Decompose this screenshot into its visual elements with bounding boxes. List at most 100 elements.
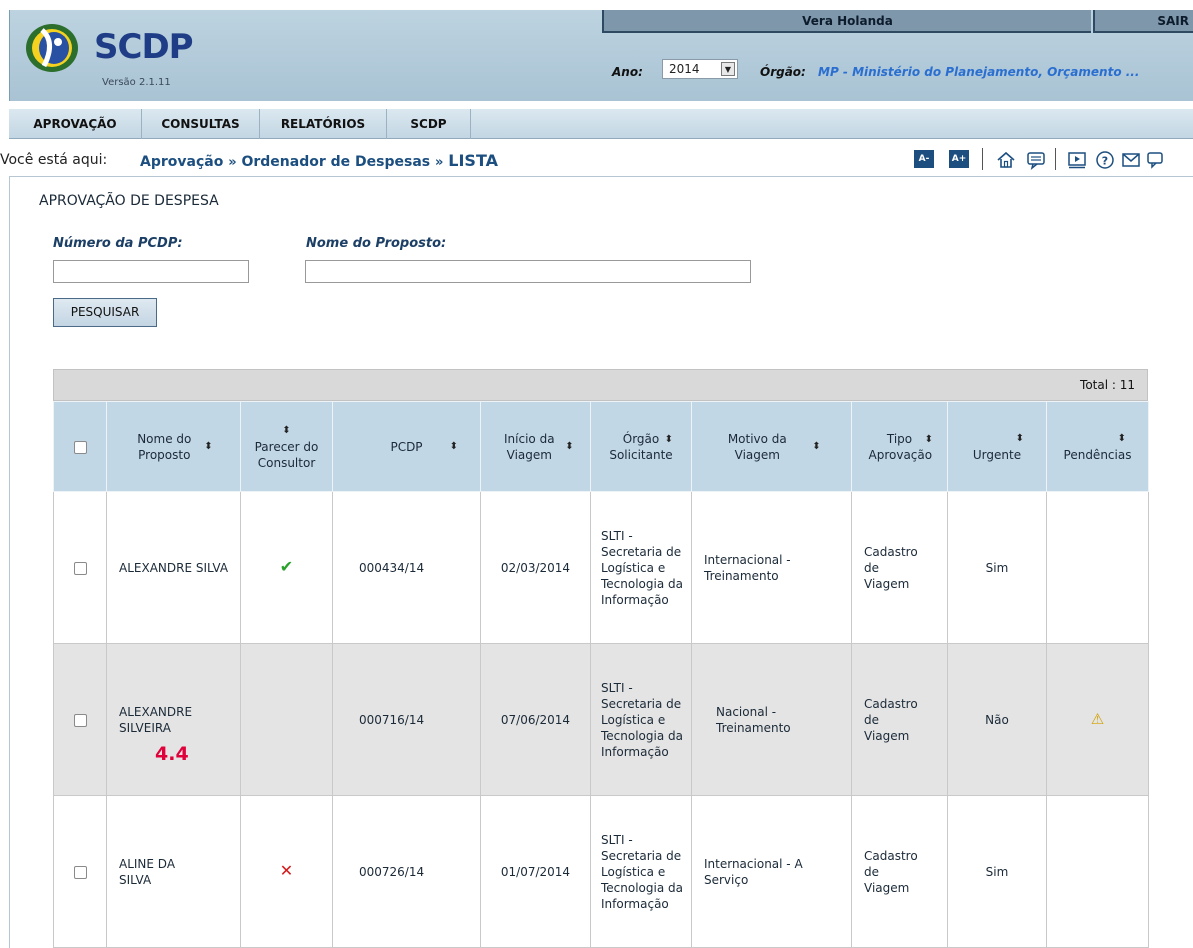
ano-select[interactable]: 2014 ▼ xyxy=(662,59,738,79)
header-motivo-label: Motivo da Viagem xyxy=(727,431,787,462)
row-select-cell xyxy=(53,643,107,796)
orgao-cell: SLTI - Secretaria de Logística e Tecnolo… xyxy=(590,491,692,644)
scdp-logo-icon xyxy=(26,24,78,72)
pcdp-cell[interactable]: 000716/14 xyxy=(332,643,481,796)
nome-proposto-input[interactable] xyxy=(305,260,751,283)
presentation-icon[interactable] xyxy=(1067,150,1087,170)
nome-cell[interactable]: ALEXANDRE SILVA xyxy=(106,491,241,644)
header-nome-proposto[interactable]: Nome do Proposto ⬍ xyxy=(106,401,241,492)
sort-icon[interactable]: ⬍ xyxy=(245,423,328,439)
sort-icon[interactable]: ⬍ xyxy=(952,431,1042,447)
breadcrumb-item-aprovacao[interactable]: Aprovação xyxy=(140,154,223,170)
breadcrumb-lead: Você está aqui: xyxy=(0,152,108,168)
motivo-cell: Internacional - A Serviço xyxy=(691,795,852,948)
ano-select-value: 2014 xyxy=(669,62,700,76)
chevron-down-icon[interactable]: ▼ xyxy=(721,62,735,76)
row-checkbox[interactable] xyxy=(73,713,87,727)
parecer-cell: ✕ xyxy=(240,795,333,948)
row-select-cell xyxy=(53,795,107,948)
header-parecer-label: Parecer do Consultor xyxy=(254,439,319,470)
orgao-cell: SLTI - Secretaria de Logística e Tecnolo… xyxy=(590,795,692,948)
pendencias-cell xyxy=(1046,795,1149,948)
numero-pcdp-input[interactable] xyxy=(53,260,249,283)
select-all-checkbox[interactable] xyxy=(73,440,87,454)
parecer-cell xyxy=(240,643,333,796)
check-icon: ✔ xyxy=(279,557,294,576)
search-button[interactable]: PESQUISAR xyxy=(53,298,157,327)
table-row[interactable]: ALEXANDRE SILVEIRA 000716/14 07/06/2014 … xyxy=(53,643,1149,796)
header-orgao[interactable]: Órgão Solicitante ⬍ xyxy=(590,401,692,492)
header-nome-label: Nome do Proposto xyxy=(137,431,192,462)
header-urgente[interactable]: ⬍ Urgente xyxy=(947,401,1047,492)
total-count: Total : 11 xyxy=(1080,378,1135,392)
header-inicio-label: Início da Viagem xyxy=(504,431,555,462)
app-title: SCDP xyxy=(94,27,194,67)
nome-cell[interactable]: ALEXANDRE SILVEIRA xyxy=(106,643,241,796)
menu-relatorios[interactable]: RELATÓRIOS xyxy=(260,109,387,139)
orgao-value[interactable]: MP - Ministério do Planejamento, Orçamen… xyxy=(818,65,1139,79)
sort-icon[interactable]: ⬍ xyxy=(450,439,458,455)
table-header-row: Nome do Proposto ⬍ ⬍ Parecer do Consulto… xyxy=(53,401,1149,492)
row-checkbox[interactable] xyxy=(73,865,87,879)
sort-icon[interactable]: ⬍ xyxy=(1051,431,1144,447)
header-pcdp[interactable]: PCDP ⬍ xyxy=(332,401,481,492)
orgao-cell: SLTI - Secretaria de Logística e Tecnolo… xyxy=(590,643,692,796)
annotation-label: 4.4 xyxy=(155,743,189,765)
breadcrumb-item-ordenador[interactable]: Ordenador de Despesas xyxy=(241,154,430,170)
sort-icon[interactable]: ⬍ xyxy=(565,439,573,455)
content-border xyxy=(9,177,10,948)
font-increase-button[interactable]: A+ xyxy=(949,150,969,168)
home-icon[interactable] xyxy=(996,150,1016,170)
pendencias-cell: ⚠ xyxy=(1046,643,1149,796)
breadcrumb-separator-icon: » xyxy=(228,155,237,170)
header-tipo[interactable]: Tipo Aprovação ⬍ xyxy=(851,401,948,492)
mail-icon[interactable] xyxy=(1121,150,1141,170)
table-row[interactable]: ALINE DA SILVA ✕ 000726/14 01/07/2014 SL… xyxy=(53,795,1149,948)
warning-icon[interactable]: ⚠ xyxy=(1091,710,1104,728)
header-motivo[interactable]: Motivo da Viagem ⬍ xyxy=(691,401,852,492)
parecer-cell: ✔ xyxy=(240,491,333,644)
header-pendencias-label: Pendências xyxy=(1063,447,1132,462)
header-inicio[interactable]: Início da Viagem ⬍ xyxy=(480,401,591,492)
inicio-cell: 02/03/2014 xyxy=(480,491,591,644)
content-divider xyxy=(9,176,1193,177)
row-select-cell xyxy=(53,491,107,644)
svg-text:?: ? xyxy=(1102,155,1108,168)
ano-label: Ano: xyxy=(612,65,643,79)
sort-icon[interactable]: ⬍ xyxy=(812,439,820,455)
main-menu: APROVAÇÃO CONSULTAS RELATÓRIOS SCDP xyxy=(9,109,1193,139)
urgente-cell: Sim xyxy=(947,491,1047,644)
menu-aprovacao[interactable]: APROVAÇÃO xyxy=(9,109,142,139)
nome-proposto-label: Nome do Proposto: xyxy=(306,236,447,251)
row-checkbox[interactable] xyxy=(73,561,87,575)
total-bar: Total : 11 xyxy=(53,369,1148,401)
toolbar-divider xyxy=(1055,148,1056,170)
sort-icon[interactable]: ⬍ xyxy=(204,439,212,455)
tipo-cell: Cadastro de Viagem xyxy=(851,491,948,644)
table-row[interactable]: ALEXANDRE SILVA ✔ 000434/14 02/03/2014 S… xyxy=(53,491,1149,644)
cross-icon: ✕ xyxy=(279,861,294,880)
menu-consultas[interactable]: CONSULTAS xyxy=(142,109,260,139)
numero-pcdp-label: Número da PCDP: xyxy=(53,236,183,251)
header-parecer[interactable]: ⬍ Parecer do Consultor xyxy=(240,401,333,492)
motivo-cell: Internacional - Treinamento xyxy=(691,491,852,644)
breadcrumb-separator-icon: » xyxy=(434,155,444,170)
header-tipo-label: Tipo Aprovação xyxy=(868,431,933,462)
tipo-cell: Cadastro de Viagem xyxy=(851,795,948,948)
urgente-cell: Sim xyxy=(947,795,1047,948)
urgente-cell: Não xyxy=(947,643,1047,796)
chat-icon[interactable] xyxy=(1146,150,1166,170)
header-pcdp-label: PCDP xyxy=(390,439,423,454)
sort-icon[interactable]: ⬍ xyxy=(925,432,933,448)
font-decrease-button[interactable]: A- xyxy=(914,150,934,168)
sort-icon[interactable]: ⬍ xyxy=(665,432,673,448)
pcdp-cell[interactable]: 000726/14 xyxy=(332,795,481,948)
header-pendencias[interactable]: ⬍ Pendências xyxy=(1046,401,1149,492)
logout-button[interactable]: SAIR xyxy=(1093,10,1193,33)
nome-cell[interactable]: ALINE DA SILVA xyxy=(106,795,241,948)
breadcrumb-item-lista: LISTA xyxy=(448,151,498,170)
pcdp-cell[interactable]: 000434/14 xyxy=(332,491,481,644)
help-icon[interactable]: ? xyxy=(1095,150,1115,170)
comment-icon[interactable] xyxy=(1026,150,1046,170)
menu-scdp[interactable]: SCDP xyxy=(387,109,471,139)
